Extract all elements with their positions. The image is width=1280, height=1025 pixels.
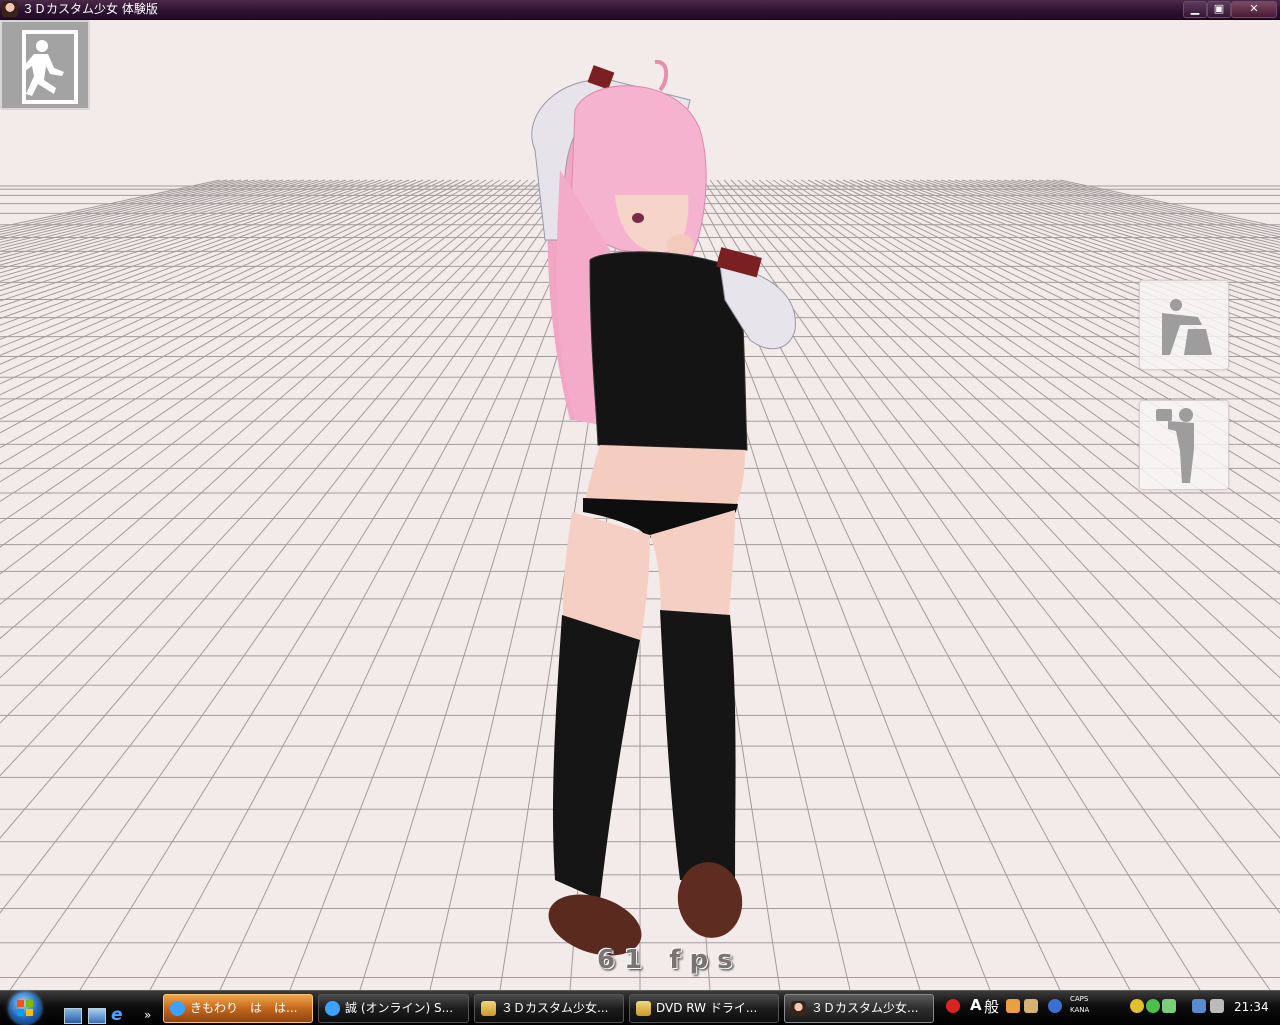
3d-viewport[interactable]: 61 fps xyxy=(0,20,1280,990)
maximize-button[interactable]: ▣ xyxy=(1207,1,1231,18)
chat-icon xyxy=(325,1001,340,1016)
ime-tools-icon[interactable] xyxy=(1024,999,1038,1013)
bending-figure-icon xyxy=(1162,299,1212,355)
task-label: きもわり は は... xyxy=(190,1001,298,1015)
start-button[interactable] xyxy=(9,992,41,1024)
character-model[interactable] xyxy=(0,20,1280,990)
folder-icon xyxy=(481,1001,496,1016)
ime-mode-indicator[interactable]: 般 xyxy=(984,996,999,1017)
system-tray: A 般 CAPS KANA xyxy=(940,994,1280,1022)
camera-person-icon xyxy=(1156,408,1194,483)
chat-icon xyxy=(170,1001,185,1016)
task-label: DVD RW ドライ... xyxy=(656,1001,758,1015)
folder-icon xyxy=(636,1001,651,1016)
volume-icon[interactable] xyxy=(1210,999,1224,1013)
taskbar-button-chat-2[interactable]: 誠 (オンライン) S... xyxy=(318,994,469,1023)
security-icon[interactable] xyxy=(1162,999,1176,1013)
show-desktop-icon[interactable] xyxy=(64,1008,82,1024)
minimize-button[interactable]: ▁ xyxy=(1183,1,1207,18)
close-button[interactable]: ✕ xyxy=(1231,1,1277,18)
pose-bend-button[interactable] xyxy=(1139,280,1229,370)
window-title: ３Ｄカスタム少女 体験版 xyxy=(22,2,158,16)
camera-button[interactable] xyxy=(1139,400,1229,490)
quicklaunch-more-icon[interactable]: » xyxy=(144,1008,160,1022)
messenger-icon[interactable] xyxy=(1130,999,1144,1013)
network-icon[interactable] xyxy=(1192,999,1206,1013)
task-label: ３Ｄカスタム少女... xyxy=(811,1001,919,1015)
taskbar-button-chat-1[interactable]: きもわり は は... xyxy=(163,994,313,1023)
app-icon[interactable] xyxy=(2,1,18,17)
ime-pad-icon[interactable] xyxy=(1006,999,1020,1013)
task-label: ３Ｄカスタム少女... xyxy=(501,1001,609,1015)
taskbar-button-folder-1[interactable]: ３Ｄカスタム少女... xyxy=(474,994,624,1023)
fps-counter: 61 fps xyxy=(597,945,742,975)
switch-windows-icon[interactable] xyxy=(88,1008,106,1024)
language-indicator[interactable]: A xyxy=(970,996,982,1014)
skype-icon[interactable] xyxy=(1146,999,1160,1013)
clock[interactable]: 21:34 xyxy=(1234,1000,1269,1014)
app-icon xyxy=(791,1001,806,1016)
alert-icon[interactable] xyxy=(946,999,960,1013)
caps-indicator: CAPS xyxy=(1070,995,1089,1003)
task-label: 誠 (オンライン) S... xyxy=(345,1001,454,1015)
taskbar-button-folder-2[interactable]: DVD RW ドライ... xyxy=(629,994,779,1023)
kana-indicator: KANA xyxy=(1070,1006,1090,1014)
internet-explorer-icon[interactable]: e xyxy=(111,1007,127,1024)
help-icon[interactable] xyxy=(1048,999,1062,1013)
title-bar[interactable]: ３Ｄカスタム少女 体験版 ▁ ▣ ✕ xyxy=(0,0,1280,20)
taskbar-button-app[interactable]: ３Ｄカスタム少女... xyxy=(784,994,934,1023)
windows-logo-icon xyxy=(17,1000,33,1016)
